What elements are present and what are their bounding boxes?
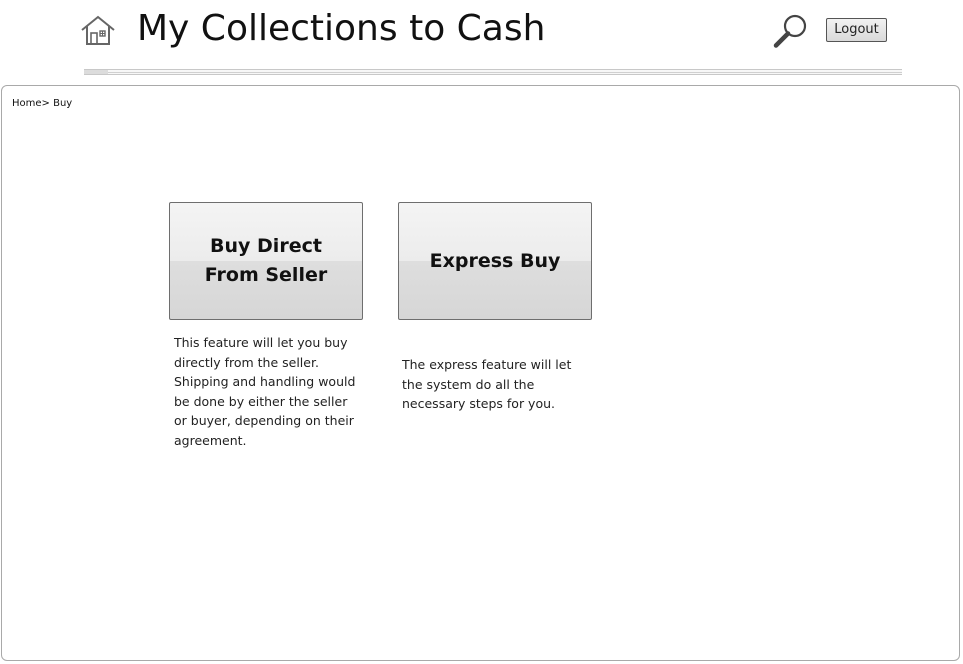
breadcrumb-home-link[interactable]: Home bbox=[12, 98, 42, 109]
buy-direct-button-label: Buy Direct From Seller bbox=[205, 232, 327, 290]
breadcrumb-separator: > bbox=[41, 98, 50, 109]
nav-bar bbox=[84, 69, 902, 75]
buy-direct-description: This feature will let you buy directly f… bbox=[174, 335, 356, 448]
nav-bar-fill bbox=[84, 70, 108, 74]
buy-direct-button[interactable]: Buy Direct From Seller bbox=[169, 202, 363, 320]
express-buy-button-label: Express Buy bbox=[429, 249, 561, 272]
content-panel: Home> Buy Buy Direct From Seller This fe… bbox=[1, 85, 960, 661]
buy-direct-label-line1: Buy Direct bbox=[210, 235, 322, 257]
app-title: My Collections to Cash bbox=[137, 8, 546, 49]
page: My Collections to Cash Logout Home> Buy … bbox=[0, 0, 963, 664]
buy-direct-label-line2: From Seller bbox=[204, 264, 328, 286]
breadcrumb: Home> Buy bbox=[12, 98, 72, 109]
express-buy-button[interactable]: Express Buy bbox=[398, 202, 592, 320]
logout-button[interactable]: Logout bbox=[826, 18, 887, 42]
express-buy-description: The express feature will let the system … bbox=[402, 357, 572, 411]
home-icon[interactable] bbox=[80, 14, 116, 46]
breadcrumb-current: Buy bbox=[53, 98, 73, 109]
nav-bar-line bbox=[108, 72, 902, 73]
search-icon[interactable] bbox=[772, 12, 810, 50]
